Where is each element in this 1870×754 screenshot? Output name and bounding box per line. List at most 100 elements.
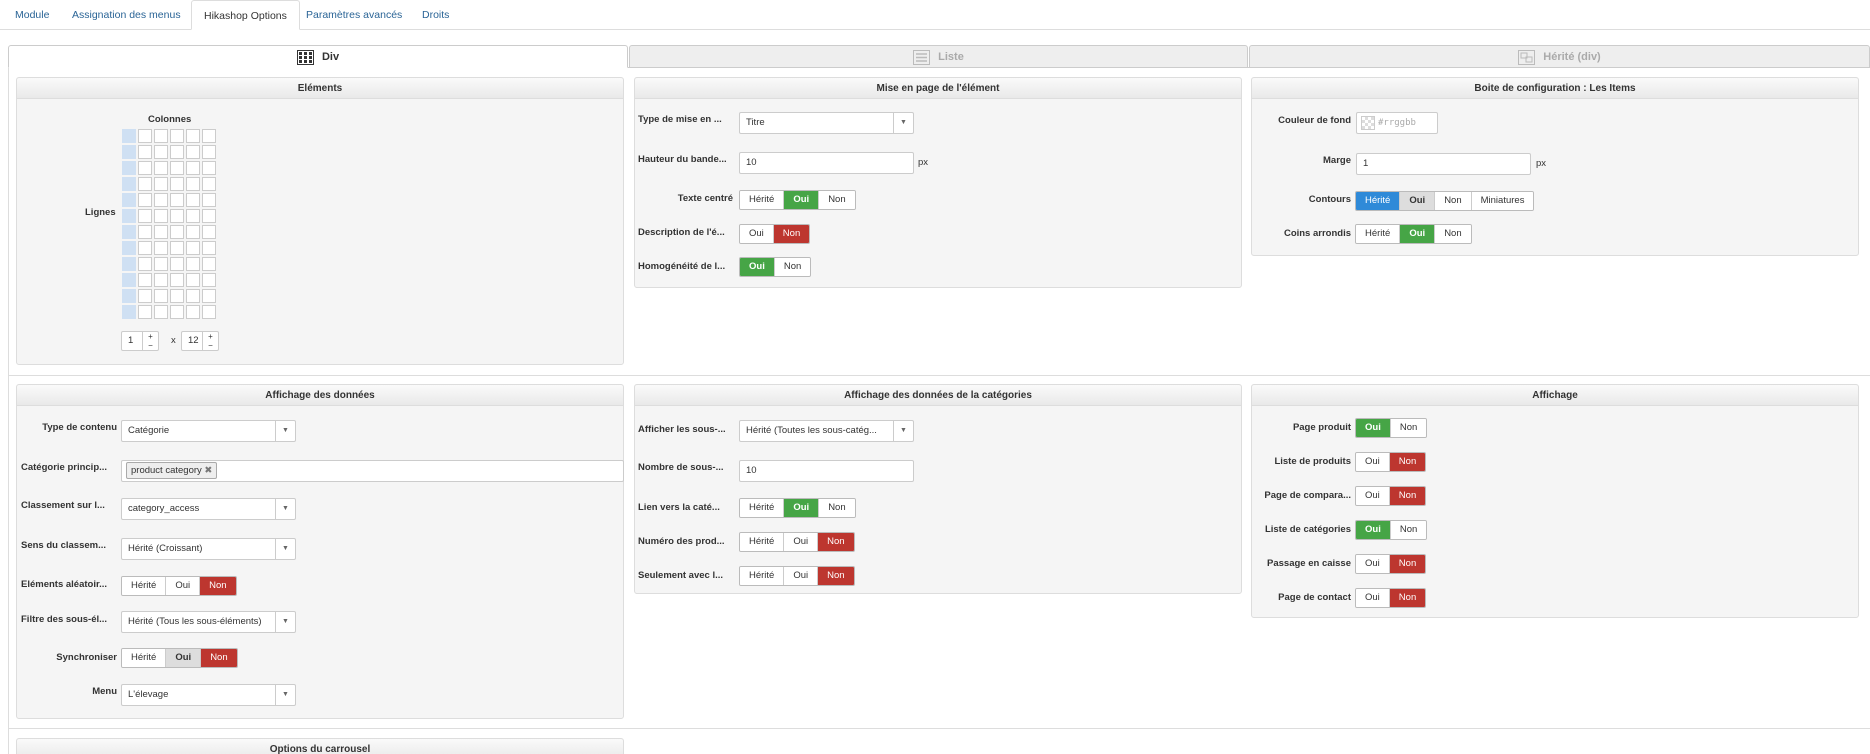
grid-cell[interactable] [170, 273, 184, 287]
grid-cell[interactable] [154, 273, 168, 287]
texte-centre-non[interactable]: Non [818, 191, 855, 209]
grid-cell[interactable] [154, 161, 168, 175]
passage-caisse-toggle[interactable]: Oui Non [1355, 554, 1427, 574]
liste-produits-non[interactable]: Non [1388, 453, 1426, 471]
grid-cell[interactable] [154, 305, 168, 319]
grid-cell[interactable] [170, 305, 184, 319]
grid-cell[interactable] [186, 289, 200, 303]
grid-cell[interactable] [186, 305, 200, 319]
homogeneite-oui[interactable]: Oui [740, 258, 774, 276]
grid-cell[interactable] [202, 193, 216, 207]
grid-cell[interactable] [186, 273, 200, 287]
page-contact-non[interactable]: Non [1388, 589, 1426, 607]
afficher-sous-categories-select[interactable]: Hérité (Toutes les sous-catég... ▼ [739, 420, 914, 442]
tab-module[interactable]: Module [3, 0, 61, 30]
grid-cell[interactable] [154, 257, 168, 271]
lien-herite[interactable]: Hérité [740, 499, 784, 517]
coins-herite[interactable]: Hérité [1356, 225, 1400, 243]
texte-centre-herite[interactable]: Hérité [740, 191, 784, 209]
grid-cell[interactable] [154, 193, 168, 207]
coins-arrondis-toggle[interactable]: Hérité Oui Non [1355, 224, 1472, 244]
grid-cell[interactable] [138, 289, 152, 303]
grid-cell[interactable] [170, 209, 184, 223]
elements-grid[interactable] [122, 129, 216, 319]
grid-cell[interactable] [154, 145, 168, 159]
grid-cell[interactable] [122, 193, 136, 207]
seulement-herite[interactable]: Hérité [740, 567, 784, 585]
texte-centre-toggle[interactable]: Hérité Oui Non [739, 190, 856, 210]
contours-toggle[interactable]: Hérité Oui Non Miniatures [1355, 191, 1535, 211]
columns-plus-minus-icon[interactable]: + − [142, 332, 158, 350]
synchroniser-herite[interactable]: Hérité [122, 649, 166, 667]
marge-input[interactable]: 1 [1356, 153, 1531, 175]
grid-cell[interactable] [202, 129, 216, 143]
grid-cell[interactable] [170, 257, 184, 271]
contours-non[interactable]: Non [1434, 192, 1471, 210]
grid-cell[interactable] [170, 193, 184, 207]
grid-cell[interactable] [202, 241, 216, 255]
passage-caisse-oui[interactable]: Oui [1356, 555, 1389, 573]
grid-cell[interactable] [154, 225, 168, 239]
elements-aleatoires-toggle[interactable]: Hérité Oui Non [121, 576, 237, 596]
numero-produits-toggle[interactable]: Hérité Oui Non [739, 532, 855, 552]
tab-droits[interactable]: Droits [410, 0, 461, 30]
grid-cell[interactable] [170, 289, 184, 303]
grid-cell[interactable] [186, 225, 200, 239]
layout-tab-herite[interactable]: Hérité (div) [1249, 45, 1870, 68]
categorie-principale-input[interactable]: product category ✖ [121, 460, 624, 482]
grid-cell[interactable] [122, 161, 136, 175]
grid-cell[interactable] [154, 241, 168, 255]
grid-cell[interactable] [122, 129, 136, 143]
grid-cell[interactable] [138, 145, 152, 159]
rows-stepper[interactable]: 12 + − [181, 331, 219, 351]
page-comparaison-oui[interactable]: Oui [1356, 487, 1389, 505]
liste-categories-toggle[interactable]: Oui Non [1355, 520, 1428, 540]
grid-cell[interactable] [154, 209, 168, 223]
type-mise-en-page-select[interactable]: Titre ▼ [739, 112, 914, 134]
grid-cell[interactable] [186, 193, 200, 207]
coins-non[interactable]: Non [1434, 225, 1471, 243]
lien-non[interactable]: Non [818, 499, 855, 517]
grid-cell[interactable] [154, 289, 168, 303]
grid-cell[interactable] [170, 145, 184, 159]
homogeneite-non[interactable]: Non [773, 258, 811, 276]
aleatoire-non[interactable]: Non [199, 577, 236, 595]
grid-cell[interactable] [202, 305, 216, 319]
grid-cell[interactable] [138, 241, 152, 255]
passage-caisse-non[interactable]: Non [1388, 555, 1426, 573]
synchroniser-oui[interactable]: Oui [165, 649, 201, 667]
grid-cell[interactable] [186, 209, 200, 223]
category-tag[interactable]: product category ✖ [126, 462, 218, 479]
tab-assignation-menus[interactable]: Assignation des menus [60, 0, 193, 30]
tab-hikashop-options[interactable]: Hikashop Options [191, 0, 300, 30]
numero-herite[interactable]: Hérité [740, 533, 784, 551]
remove-tag-icon[interactable]: ✖ [204, 465, 212, 476]
grid-cell[interactable] [170, 241, 184, 255]
grid-cell[interactable] [122, 225, 136, 239]
grid-cell[interactable] [122, 289, 136, 303]
page-contact-oui[interactable]: Oui [1356, 589, 1389, 607]
nombre-sous-categories-input[interactable]: 10 [739, 460, 914, 482]
grid-cell[interactable] [186, 129, 200, 143]
description-toggle[interactable]: Oui Non [739, 224, 811, 244]
contours-miniatures[interactable]: Miniatures [1470, 192, 1534, 210]
lien-oui[interactable]: Oui [783, 499, 819, 517]
aleatoire-herite[interactable]: Hérité [122, 577, 166, 595]
lien-categorie-toggle[interactable]: Hérité Oui Non [739, 498, 856, 518]
seulement-oui[interactable]: Oui [783, 567, 818, 585]
grid-cell[interactable] [154, 129, 168, 143]
synchroniser-toggle[interactable]: Hérité Oui Non [121, 648, 238, 668]
grid-cell[interactable] [122, 209, 136, 223]
grid-cell[interactable] [170, 129, 184, 143]
seulement-non[interactable]: Non [817, 567, 854, 585]
grid-cell[interactable] [154, 177, 168, 191]
layout-tab-div[interactable]: Div [8, 45, 628, 68]
numero-oui[interactable]: Oui [783, 533, 818, 551]
grid-cell[interactable] [138, 193, 152, 207]
page-produit-non[interactable]: Non [1389, 419, 1427, 437]
rows-plus-minus-icon[interactable]: + − [202, 332, 218, 350]
classement-select[interactable]: category_access ▼ [121, 498, 296, 520]
description-non[interactable]: Non [772, 225, 810, 243]
grid-cell[interactable] [202, 209, 216, 223]
grid-cell[interactable] [202, 145, 216, 159]
